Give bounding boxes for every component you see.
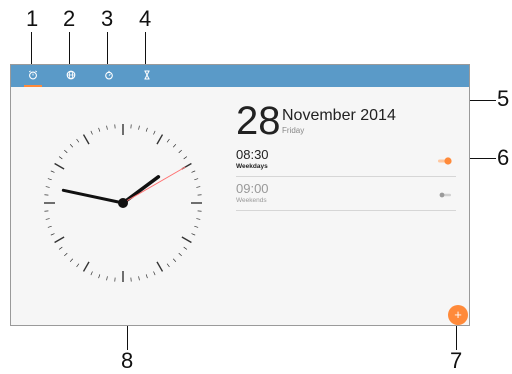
alarm-icon [28, 70, 38, 80]
analog-clock [44, 124, 202, 282]
minute-tick [58, 246, 63, 250]
minute-tick [196, 186, 201, 188]
minute-tick [64, 149, 68, 154]
minute-tick [172, 144, 177, 148]
callout-line [466, 100, 496, 101]
minute-tick [194, 178, 199, 181]
minute-tick [138, 276, 140, 281]
minute-tick [183, 156, 188, 160]
minute-tick [45, 218, 50, 220]
alarm-item[interactable]: 08:30 Weekdays [236, 147, 456, 177]
alarm-item[interactable]: 09:00 Weekends [236, 181, 456, 211]
minute-tick [58, 156, 63, 160]
minute-tick [98, 274, 101, 279]
callout-number: 3 [101, 6, 114, 31]
add-alarm-button[interactable]: + [448, 305, 468, 325]
callout-number: 1 [26, 6, 39, 31]
hour-hand [121, 175, 161, 205]
minute-tick [98, 127, 101, 132]
hour-tick [54, 162, 65, 170]
minute-tick [194, 225, 199, 228]
minute-tick [183, 246, 188, 250]
divider [236, 176, 456, 177]
date-day: 28 [236, 99, 281, 143]
divider [236, 210, 456, 211]
minute-tick [106, 125, 108, 130]
alarm-toggle-off[interactable] [438, 191, 452, 199]
minute-tick [76, 138, 80, 143]
minute-tick [50, 233, 55, 236]
stopwatch-icon [105, 70, 113, 80]
world-clock-icon [66, 70, 76, 80]
alarm-days: Weekends [236, 197, 267, 204]
minute-tick [166, 138, 170, 143]
minute-tick [153, 130, 156, 135]
alarm-time: 09:00 [236, 181, 269, 196]
minute-tick [47, 225, 52, 228]
clock-app-screen: 28 November 2014 Friday 08:30 Weekdays 0… [10, 64, 470, 326]
minute-tick [196, 218, 201, 220]
hour-tick [54, 236, 65, 244]
minute-tick [178, 149, 182, 154]
callout-number: 2 [63, 6, 76, 31]
minute-tick [69, 144, 74, 148]
clock-center-pin [118, 198, 128, 208]
hour-tick [156, 134, 164, 145]
second-hand [122, 166, 186, 204]
alarm-time: 08:30 [236, 147, 269, 162]
minute-tick [145, 127, 148, 132]
minute-tick [90, 271, 93, 276]
minute-tick [138, 125, 140, 130]
minute-tick [90, 130, 93, 135]
minute-tick [50, 170, 55, 173]
hour-tick [82, 261, 90, 272]
callout-number: 7 [450, 348, 463, 373]
minute-tick [191, 170, 196, 173]
hour-tick [181, 236, 192, 244]
minute-tick [64, 252, 68, 257]
hour-tick [82, 134, 90, 145]
date-month-year: November 2014 [282, 107, 396, 124]
minute-tick [47, 178, 52, 181]
minute-tick [153, 271, 156, 276]
minute-tick [166, 263, 170, 268]
alarm-toggle-on[interactable] [438, 157, 452, 165]
minute-hand [61, 188, 125, 205]
minute-tick [172, 258, 177, 262]
callout-number: 4 [139, 6, 152, 31]
minute-tick [45, 186, 50, 188]
minute-tick [145, 274, 148, 279]
hour-tick [156, 261, 164, 272]
minute-tick [69, 258, 74, 262]
minute-tick [191, 233, 196, 236]
minute-tick [106, 276, 108, 281]
alarm-days: Weekdays [236, 163, 268, 170]
callout-number: 8 [121, 348, 134, 373]
callout-number: 5 [497, 86, 510, 111]
minute-tick [76, 263, 80, 268]
callout-number: 6 [497, 145, 510, 170]
minute-tick [178, 252, 182, 257]
date-weekday: Friday [282, 126, 305, 135]
timer-icon [144, 70, 150, 80]
